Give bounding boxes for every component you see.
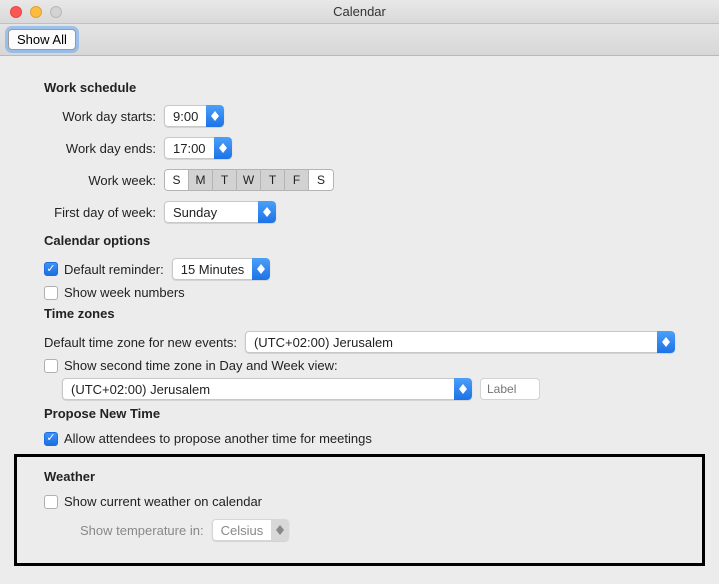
toolbar: Show All — [0, 24, 719, 56]
temperature-label: Show temperature in: — [80, 523, 204, 538]
zoom-window-button[interactable] — [50, 6, 62, 18]
work-day-ends-label: Work day ends: — [44, 141, 164, 156]
section-propose: Propose New Time — [44, 406, 675, 421]
second-tz-value: (UTC+02:00) Jerusalem — [62, 378, 454, 400]
stepper-arrows-icon — [252, 258, 270, 280]
default-tz-value: (UTC+02:00) Jerusalem — [245, 331, 657, 353]
show-weather-label: Show current weather on calendar — [64, 494, 262, 509]
stepper-arrows-icon — [454, 378, 472, 400]
weekday-thu[interactable]: T — [261, 170, 285, 190]
allow-propose-checkbox[interactable] — [44, 432, 58, 446]
close-window-button[interactable] — [10, 6, 22, 18]
traffic-lights — [0, 6, 62, 18]
temperature-select[interactable]: Celsius — [212, 519, 290, 541]
show-all-button[interactable]: Show All — [8, 29, 76, 50]
default-reminder-select[interactable]: 15 Minutes — [172, 258, 271, 280]
first-day-select[interactable]: Sunday — [164, 201, 276, 223]
work-week-label: Work week: — [44, 173, 164, 188]
section-weather: Weather — [44, 469, 675, 484]
minimize-window-button[interactable] — [30, 6, 42, 18]
weekday-sat[interactable]: S — [309, 170, 333, 190]
window-title: Calendar — [0, 4, 719, 19]
preferences-content: Work schedule Work day starts: 9:00 Work… — [0, 56, 719, 584]
default-reminder-value: 15 Minutes — [172, 258, 253, 280]
second-tz-select[interactable]: (UTC+02:00) Jerusalem — [62, 378, 472, 400]
first-day-value: Sunday — [164, 201, 258, 223]
week-numbers-checkbox[interactable] — [44, 286, 58, 300]
second-tz-label-input[interactable] — [480, 378, 540, 400]
weekday-tue[interactable]: T — [213, 170, 237, 190]
weekday-fri[interactable]: F — [285, 170, 309, 190]
default-reminder-label: Default reminder: — [64, 262, 164, 277]
stepper-arrows-icon — [214, 137, 232, 159]
work-day-starts-value: 9:00 — [164, 105, 206, 127]
week-numbers-label: Show week numbers — [64, 285, 185, 300]
show-weather-checkbox[interactable] — [44, 495, 58, 509]
work-day-starts-select[interactable]: 9:00 — [164, 105, 224, 127]
work-week-days[interactable]: S M T W T F S — [164, 169, 334, 191]
stepper-arrows-icon — [271, 519, 289, 541]
default-reminder-checkbox[interactable] — [44, 262, 58, 276]
titlebar: Calendar — [0, 0, 719, 24]
weekday-wed[interactable]: W — [237, 170, 261, 190]
allow-propose-label: Allow attendees to propose another time … — [64, 431, 372, 446]
weekday-sun[interactable]: S — [165, 170, 189, 190]
work-day-ends-value: 17:00 — [164, 137, 214, 159]
weather-highlight-box: Weather Show current weather on calendar… — [14, 454, 705, 566]
stepper-arrows-icon — [657, 331, 675, 353]
preferences-window: Calendar Show All Work schedule Work day… — [0, 0, 719, 584]
temperature-value: Celsius — [212, 519, 272, 541]
default-tz-select[interactable]: (UTC+02:00) Jerusalem — [245, 331, 675, 353]
section-time-zones: Time zones — [44, 306, 675, 321]
stepper-arrows-icon — [206, 105, 224, 127]
second-tz-checkbox[interactable] — [44, 359, 58, 373]
stepper-arrows-icon — [258, 201, 276, 223]
section-calendar-options: Calendar options — [44, 233, 675, 248]
first-day-label: First day of week: — [44, 205, 164, 220]
weekday-mon[interactable]: M — [189, 170, 213, 190]
section-work-schedule: Work schedule — [44, 80, 675, 95]
default-tz-label: Default time zone for new events: — [44, 335, 237, 350]
work-day-starts-label: Work day starts: — [44, 109, 164, 124]
second-tz-label: Show second time zone in Day and Week vi… — [64, 358, 338, 373]
work-day-ends-select[interactable]: 17:00 — [164, 137, 232, 159]
